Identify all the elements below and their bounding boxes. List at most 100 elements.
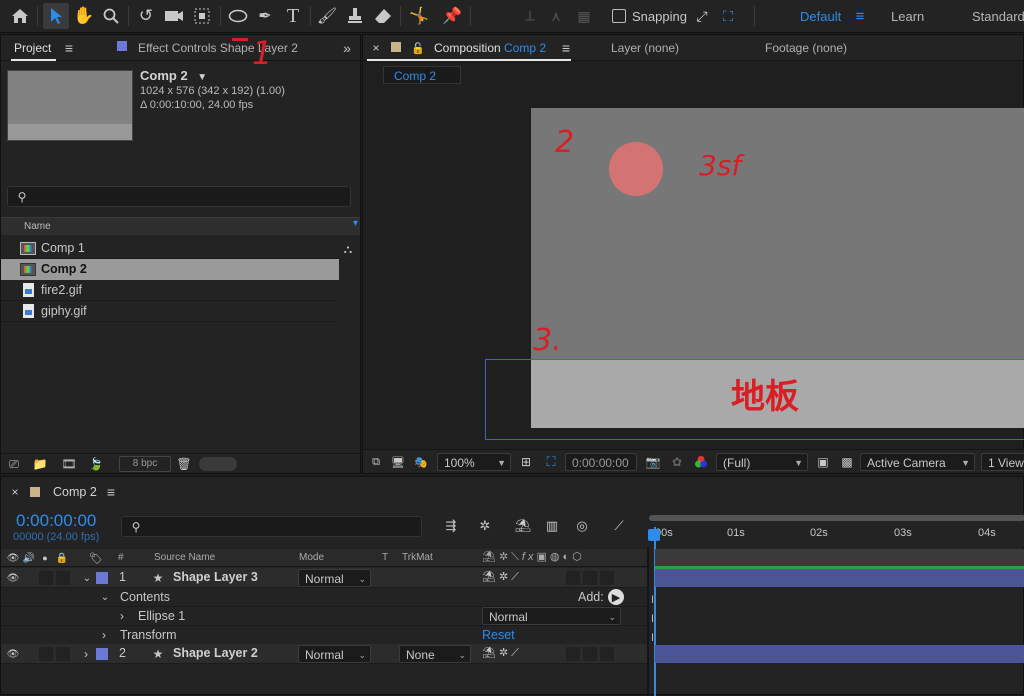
zoom-icon[interactable] <box>100 5 122 27</box>
caret-down-icon[interactable]: ▼ <box>197 72 207 83</box>
type-icon[interactable]: T <box>282 3 304 29</box>
grid-guides-icon[interactable]: ⊞ <box>516 453 536 471</box>
close-icon[interactable]: × <box>368 38 384 58</box>
snapping-checkbox[interactable] <box>612 9 626 23</box>
motion-blur-icon[interactable]: ◎ <box>572 517 592 535</box>
layer-mode-dropdown[interactable]: Normal ⌄ <box>298 569 371 587</box>
ellipse-shape[interactable] <box>609 142 663 196</box>
layer-name[interactable]: Shape Layer 3 <box>173 570 258 584</box>
layer-row[interactable]: 👁 ⌄ 1 ★ Shape Layer 3 Normal ⌄ ⛱✲⟋ <box>1 568 647 588</box>
trkmat-dropdown[interactable]: None ⌄ <box>399 645 471 663</box>
layer-switches[interactable]: ⛱✲⟋ <box>482 646 522 660</box>
lock-icon[interactable]: 🔓 <box>410 38 426 58</box>
pen-icon[interactable]: ✒ <box>254 5 276 27</box>
chevron-right-icon[interactable]: › <box>116 608 128 624</box>
eraser-icon[interactable] <box>372 5 394 27</box>
contents-row[interactable]: ⌄ Contents Add: ▶ <box>1 588 647 607</box>
view-layout-dropdown[interactable]: 1 View <box>981 453 1024 471</box>
bpc-button[interactable]: 8 bpc <box>119 456 171 472</box>
workspace-learn[interactable]: Learn <box>891 9 924 24</box>
lock-icon[interactable]: 🔒 <box>55 550 69 566</box>
timeline-tab-name[interactable]: Comp 2 <box>53 485 97 499</box>
layer-switches[interactable]: ⛱✲⟋ <box>482 570 522 584</box>
draft-3d-icon[interactable]: ✲ <box>475 517 495 535</box>
layer-bar[interactable] <box>655 645 1024 663</box>
project-item[interactable]: giphy.gif <box>1 301 339 322</box>
project-item[interactable]: fire2.gif <box>1 280 339 301</box>
home-icon[interactable] <box>8 5 32 27</box>
comp-mini-flowchart-icon[interactable]: ⇶ <box>441 517 461 535</box>
ellipse-mode-dropdown[interactable]: Normal ⌄ <box>482 607 621 625</box>
project-search-input[interactable]: ⚲ <box>7 186 351 207</box>
timeline-divider[interactable] <box>647 547 649 696</box>
project-item[interactable]: Comp 1 <box>1 238 339 259</box>
color-channels-icon[interactable] <box>691 453 711 471</box>
chevron-right-icon[interactable]: › <box>80 646 92 662</box>
eye-icon[interactable]: 👁 <box>6 570 20 586</box>
solo-icon[interactable]: ● <box>39 550 51 566</box>
project-item-selected[interactable]: Comp 2 <box>1 259 339 280</box>
snapshot-icon[interactable]: 📷 <box>643 453 663 471</box>
layer-name[interactable]: Shape Layer 2 <box>173 646 258 660</box>
tab-project[interactable]: Project <box>14 35 51 61</box>
chevron-right-icon[interactable]: › <box>98 627 110 643</box>
panel-overflow-icon[interactable]: » <box>337 38 357 58</box>
camera-dropdown[interactable]: Active Camera ▼ <box>860 453 975 471</box>
column-name-header[interactable]: Name <box>24 221 51 232</box>
thumbnail-slider[interactable] <box>199 457 237 471</box>
tab-footage[interactable]: Footage (none) <box>765 35 847 61</box>
monitor-icon[interactable]: 🖥 <box>389 453 407 471</box>
panel-menu-icon[interactable]: ≡ <box>558 38 574 58</box>
audio-icon[interactable]: 🔊 <box>22 550 36 566</box>
panel-menu-icon[interactable]: ≡ <box>61 38 77 58</box>
transparency-grid-icon[interactable]: ▩ <box>837 453 857 471</box>
stamp-icon[interactable] <box>344 5 366 27</box>
layer-label-color[interactable] <box>96 648 108 660</box>
reset-link[interactable]: Reset <box>482 628 515 642</box>
show-snapshot-icon[interactable]: ✿ <box>667 453 687 471</box>
time-ruler[interactable]: 00s 01s 02s 03s 04s <box>649 513 1024 547</box>
panel-menu-icon[interactable]: ≡ <box>103 483 119 501</box>
workspace-menu-icon[interactable]: ≡ <box>852 5 868 27</box>
layer-mode-dropdown[interactable]: Normal ⌄ <box>298 645 371 663</box>
leaf-icon[interactable]: 🍃 <box>87 455 105 473</box>
shy-layers-icon[interactable]: ⛱ <box>513 517 533 535</box>
interpret-footage-icon[interactable]: ⎚ <box>5 455 23 473</box>
eye-icon[interactable]: 👁 <box>6 550 20 566</box>
eye-icon[interactable]: 👁 <box>6 646 20 662</box>
close-icon[interactable]: × <box>7 483 23 501</box>
workspace-standard[interactable]: Standard <box>972 9 1024 24</box>
viewer-timecode[interactable]: 0:00:00:00 <box>565 453 637 471</box>
snap-target-icon[interactable]: ⛶ <box>718 5 738 27</box>
folder-icon[interactable]: 📁 <box>31 455 49 473</box>
trash-icon[interactable]: 🗑 <box>175 455 193 473</box>
always-preview-icon[interactable]: ⧉ <box>367 453 385 471</box>
snap-expand-icon[interactable]: ⤢ <box>692 5 712 27</box>
frame-blending-icon[interactable]: ▥ <box>542 517 562 535</box>
rotate-icon[interactable]: ↺ <box>135 5 157 27</box>
resolution-dropdown[interactable]: (Full) ▼ <box>716 453 808 471</box>
zoom-dropdown[interactable]: 100% ▼ <box>437 453 511 471</box>
work-area-bar[interactable] <box>649 515 1024 521</box>
pin-icon[interactable]: 📌 <box>441 5 463 27</box>
tab-layer[interactable]: Layer (none) <box>611 35 679 61</box>
layer-bar[interactable] <box>655 569 1024 587</box>
graph-editor-icon[interactable]: ⟋ <box>609 517 629 535</box>
col-source-name[interactable]: Source Name <box>154 552 215 563</box>
playhead-handle[interactable] <box>648 529 660 541</box>
comp-breadcrumb[interactable]: Comp 2 <box>383 66 461 84</box>
camera-icon[interactable] <box>162 5 186 27</box>
transform-row[interactable]: › Transform Reset <box>1 626 647 645</box>
timeline-search-input[interactable]: ⚲ <box>121 516 422 537</box>
ellipse-tool-icon[interactable] <box>226 5 250 27</box>
tab-composition[interactable]: Composition Comp 2 <box>434 35 546 61</box>
current-time[interactable]: 0:00:00:00 <box>16 511 96 531</box>
new-comp-icon[interactable]: 🎞 <box>59 455 79 473</box>
puppet-icon[interactable]: 🤸 <box>407 5 431 27</box>
selection-arrow-icon[interactable] <box>43 3 69 29</box>
chevron-down-icon[interactable]: ⌄ <box>99 589 111 605</box>
layer-label-color[interactable] <box>96 572 108 584</box>
layer-row[interactable]: 👁 › 2 ★ Shape Layer 2 Normal ⌄ None ⌄ ⛱✲⟋ <box>1 644 647 664</box>
label-tag-icon[interactable]: 🏷 <box>89 550 103 566</box>
axis-view-icon[interactable]: ▦ <box>573 5 595 27</box>
